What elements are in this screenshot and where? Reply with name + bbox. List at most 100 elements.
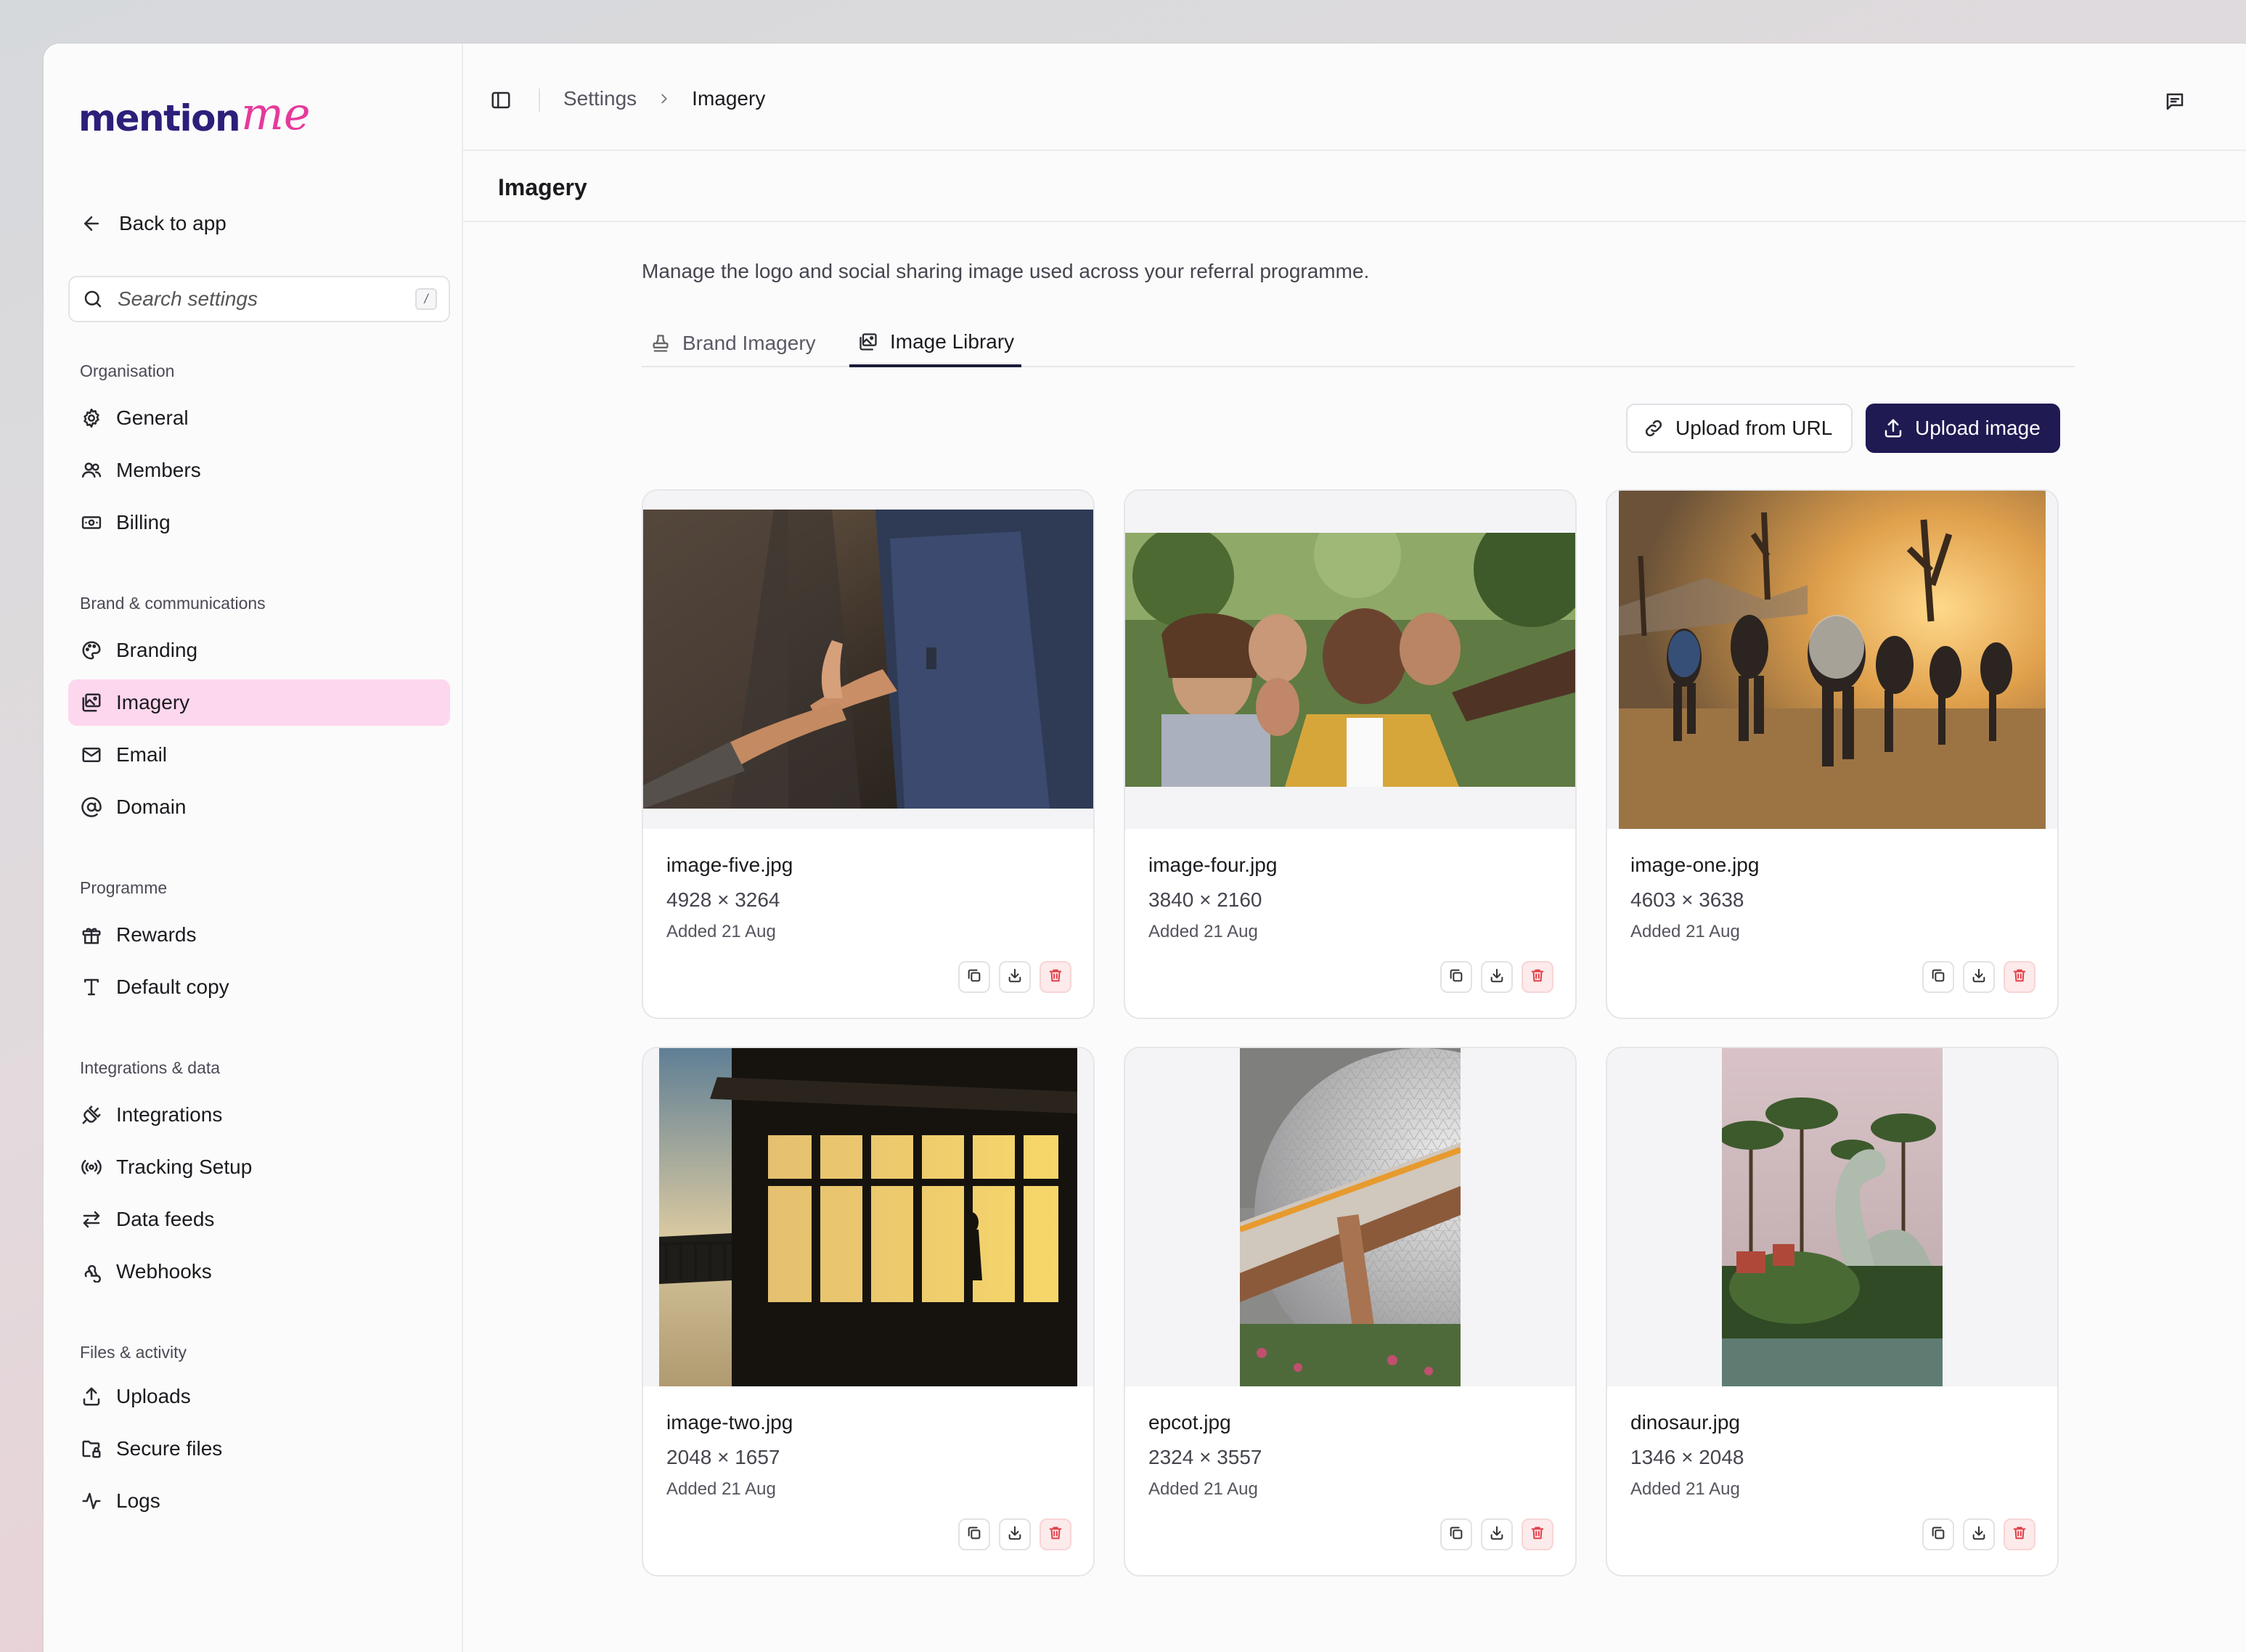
sidebar-item-label: Domain (116, 796, 187, 818)
section-title-brand: Brand & communications (80, 594, 266, 613)
sidebar-item-label: Members (116, 459, 201, 481)
radio-icon (80, 1156, 103, 1179)
image-added-date: Added 21 Aug (1630, 1479, 1740, 1499)
sidebar-item-data-feeds[interactable]: Data feeds (68, 1196, 450, 1243)
image-filename: epcot.jpg (1148, 1411, 1231, 1434)
sidebar-item-integrations[interactable]: Integrations (68, 1092, 450, 1138)
upload-from-url-label: Upload from URL (1675, 417, 1833, 439)
image-dimensions: 2324 × 3557 (1148, 1446, 1262, 1468)
copy-button[interactable] (1440, 961, 1472, 993)
delete-button[interactable] (1040, 1518, 1071, 1550)
images-icon (857, 330, 880, 353)
sidebar-item-domain[interactable]: Domain (68, 784, 450, 830)
delete-button[interactable] (1040, 961, 1071, 993)
image-card[interactable]: epcot.jpg 2324 × 3557 Added 21 Aug (1124, 1047, 1577, 1577)
page-header: Imagery (463, 151, 2246, 222)
delete-button[interactable] (2004, 961, 2035, 993)
tab-label: Brand Imagery (682, 332, 816, 354)
sidebar-item-general[interactable]: General (68, 395, 450, 441)
copy-icon (1448, 1525, 1464, 1545)
delete-button[interactable] (2004, 1518, 2035, 1550)
copy-icon (966, 968, 982, 987)
gift-icon (80, 923, 103, 946)
copy-icon (966, 1525, 982, 1545)
divider (539, 89, 540, 112)
upload-image-label: Upload image (1915, 417, 2041, 439)
image-thumbnail (1607, 491, 2057, 829)
brand-logo[interactable]: mention me (78, 78, 311, 139)
logo-text-part1: mention (78, 97, 241, 139)
upload-image-button[interactable]: Upload image (1866, 404, 2060, 453)
sidebar-item-label: Rewards (116, 923, 197, 946)
delete-button[interactable] (1522, 961, 1553, 993)
sidebar-item-label: Secure files (116, 1437, 223, 1460)
copy-button[interactable] (1922, 961, 1954, 993)
image-card[interactable]: image-four.jpg 3840 × 2160 Added 21 Aug (1124, 489, 1577, 1019)
download-icon (1007, 1525, 1023, 1545)
palette-icon (80, 639, 103, 662)
back-to-app-link[interactable]: Back to app (80, 212, 226, 235)
copy-button[interactable] (1440, 1518, 1472, 1550)
sidebar-item-default-copy[interactable]: Default copy (68, 964, 450, 1010)
sidebar-item-tracking-setup[interactable]: Tracking Setup (68, 1144, 450, 1190)
image-filename: dinosaur.jpg (1630, 1411, 1741, 1434)
image-filename: image-five.jpg (666, 854, 793, 876)
search-input[interactable] (118, 287, 402, 311)
search-settings-field[interactable]: / (68, 276, 450, 322)
trash-icon (2012, 968, 2027, 987)
tab-brand-imagery[interactable]: Brand Imagery (642, 319, 823, 367)
image-filename: image-two.jpg (666, 1411, 793, 1434)
download-button[interactable] (1963, 1518, 1995, 1550)
image-dimensions: 4603 × 3638 (1630, 888, 1744, 911)
sidebar-item-secure-files[interactable]: Secure files (68, 1426, 450, 1472)
arrows-left-right-icon (80, 1208, 103, 1231)
sidebar-item-members[interactable]: Members (68, 447, 450, 494)
sidebar-toggle-icon[interactable] (489, 89, 513, 112)
image-card[interactable]: image-five.jpg 4928 × 3264 Added 21 Aug (642, 489, 1095, 1019)
sidebar-item-billing[interactable]: Billing (68, 499, 450, 546)
sidebar-item-label: Data feeds (116, 1208, 215, 1230)
copy-button[interactable] (958, 961, 990, 993)
image-card[interactable]: image-one.jpg 4603 × 3638 Added 21 Aug (1606, 489, 2059, 1019)
copy-button[interactable] (958, 1518, 990, 1550)
image-added-date: Added 21 Aug (1630, 922, 1740, 941)
feedback-message-icon[interactable] (2163, 90, 2186, 113)
download-button[interactable] (1481, 1518, 1513, 1550)
copy-button[interactable] (1922, 1518, 1954, 1550)
sidebar-item-imagery[interactable]: Imagery (68, 679, 450, 726)
breadcrumb-settings-link[interactable]: Settings (563, 87, 637, 110)
sidebar-item-rewards[interactable]: Rewards (68, 912, 450, 958)
download-icon (1489, 1525, 1505, 1545)
sidebar-item-label: Email (116, 743, 168, 766)
image-added-date: Added 21 Aug (1148, 922, 1258, 941)
sidebar-item-logs[interactable]: Logs (68, 1478, 450, 1524)
download-button[interactable] (999, 1518, 1031, 1550)
download-button[interactable] (999, 961, 1031, 993)
page-description: Manage the logo and social sharing image… (642, 260, 1370, 282)
section-title-files: Files & activity (80, 1343, 187, 1362)
at-sign-icon (80, 796, 103, 819)
upload-icon (1882, 417, 1905, 440)
upload-from-url-button[interactable]: Upload from URL (1626, 404, 1853, 453)
delete-button[interactable] (1522, 1518, 1553, 1550)
image-card[interactable]: dinosaur.jpg 1346 × 2048 Added 21 Aug (1606, 1047, 2059, 1577)
download-icon (1489, 968, 1505, 987)
image-actions (1922, 961, 2035, 993)
download-button[interactable] (1963, 961, 1995, 993)
sidebar-item-branding[interactable]: Branding (68, 627, 450, 674)
image-actions (958, 1518, 1071, 1550)
tab-image-library[interactable]: Image Library (849, 319, 1022, 367)
trash-icon (1530, 1525, 1545, 1545)
image-dimensions: 2048 × 1657 (666, 1446, 780, 1468)
download-button[interactable] (1481, 961, 1513, 993)
image-card[interactable]: image-two.jpg 2048 × 1657 Added 21 Aug (642, 1047, 1095, 1577)
trash-icon (1530, 968, 1545, 987)
app-window: mention me Back to app / Organisation Ge… (44, 44, 2246, 1652)
image-filename: image-four.jpg (1148, 854, 1278, 876)
sidebar-item-uploads[interactable]: Uploads (68, 1373, 450, 1420)
mail-icon (80, 743, 103, 766)
sidebar-item-email[interactable]: Email (68, 732, 450, 778)
sidebar-item-label: Logs (116, 1489, 160, 1512)
users-icon (80, 459, 103, 482)
sidebar-item-webhooks[interactable]: Webhooks (68, 1248, 450, 1295)
